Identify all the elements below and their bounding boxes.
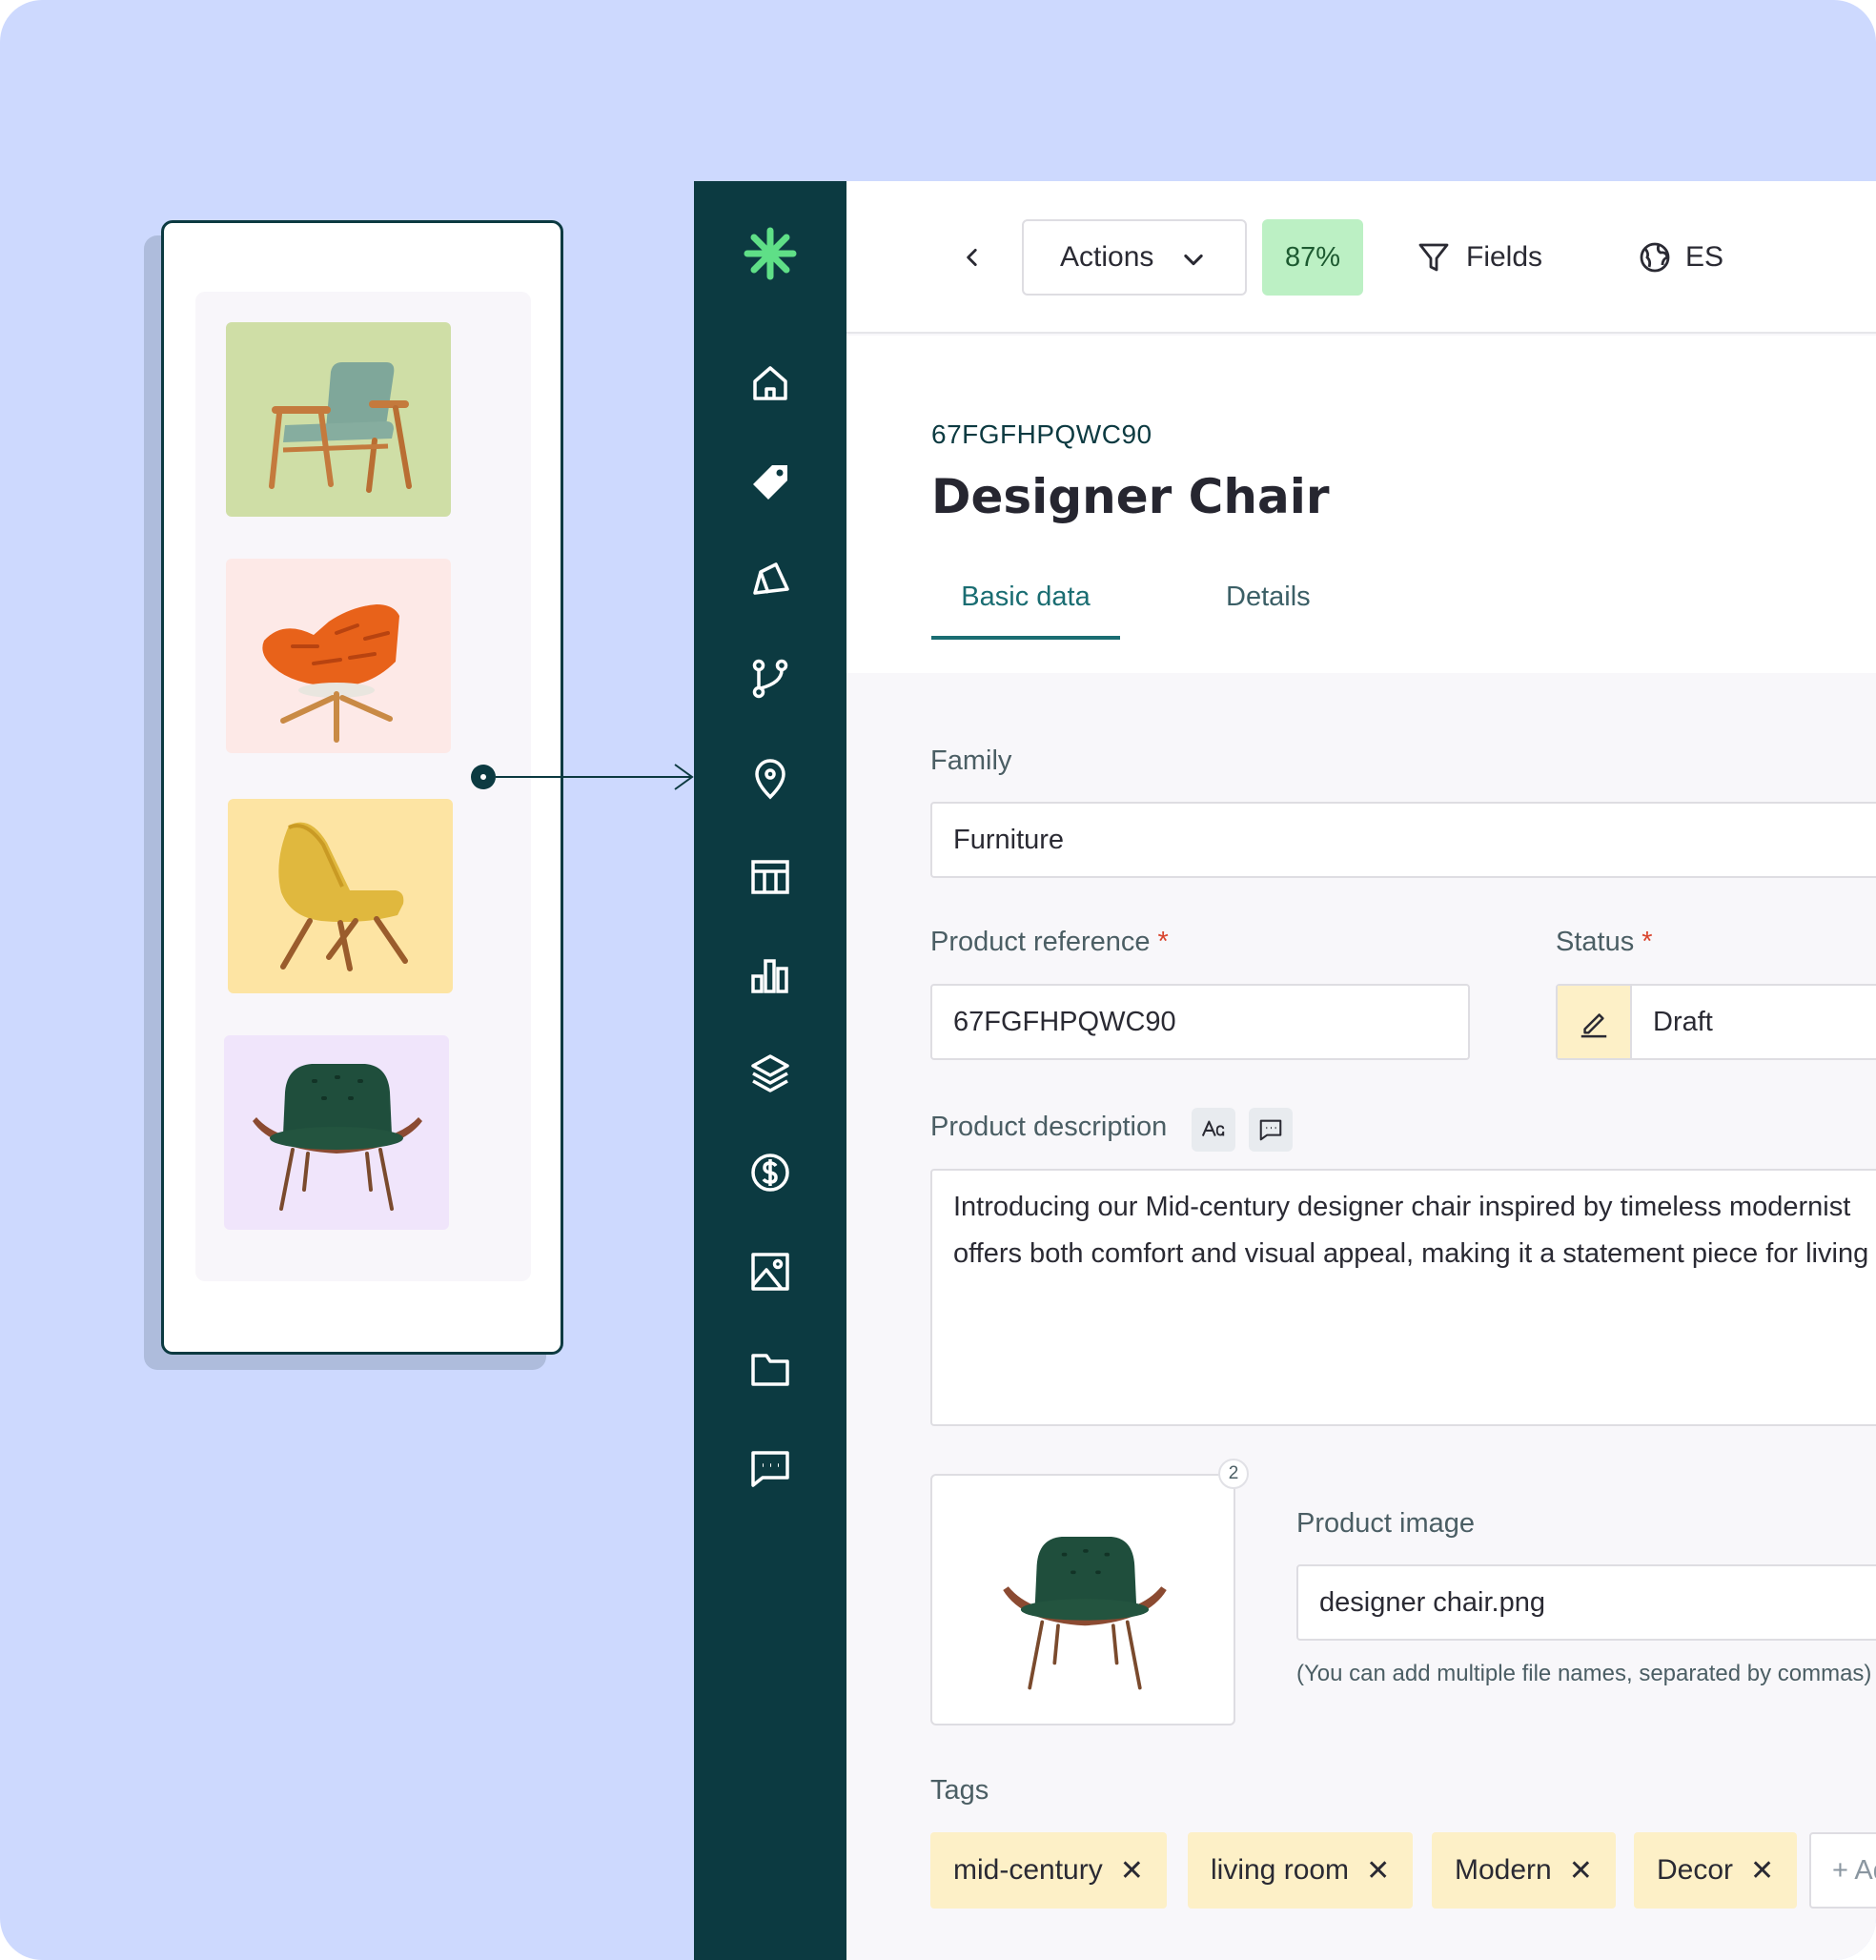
image-icon — [751, 1253, 789, 1291]
product-header: 67FGFHPQWC90 Designer Chair Basic data D… — [846, 336, 1876, 673]
product-reference-field[interactable]: 67FGFHPQWC90 — [930, 984, 1470, 1060]
add-tag-button[interactable]: + Add — [1809, 1832, 1876, 1909]
chevron-left-icon — [967, 249, 977, 266]
product-image-label: Product image — [1296, 1508, 1475, 1539]
fields-label: Fields — [1466, 241, 1543, 273]
chat-icon — [751, 1451, 789, 1487]
sidebar-item-catalog[interactable] — [744, 850, 797, 904]
sidebar-item-workflows[interactable] — [744, 652, 797, 705]
tag-label: Decor — [1657, 1854, 1734, 1886]
yellow-chair-image — [278, 822, 408, 971]
location-icon — [755, 759, 785, 800]
back-button[interactable] — [951, 235, 993, 280]
product-reference-label-text: Product reference — [930, 927, 1151, 957]
remove-tag-icon[interactable]: ✕ — [1366, 1854, 1390, 1888]
tag-label: Modern — [1455, 1854, 1552, 1886]
required-marker: * — [1642, 927, 1653, 957]
sidebar-item-pricing[interactable] — [744, 1146, 797, 1199]
actions-dropdown[interactable]: Actions — [1022, 219, 1247, 296]
sidebar-item-brands[interactable] — [744, 553, 797, 606]
page-background: Actions 87% Fields ES 67FGFHPQWC90 Desig… — [0, 0, 1876, 1960]
logo-icon[interactable] — [744, 227, 797, 280]
tag-label: mid-century — [953, 1854, 1103, 1886]
text-format-button[interactable] — [1192, 1108, 1235, 1152]
tag-chip[interactable]: living room ✕ — [1188, 1832, 1414, 1909]
layers-icon — [751, 1054, 789, 1092]
pencil-icon — [1580, 1013, 1607, 1038]
product-sku: 67FGFHPQWC90 — [931, 419, 1152, 449]
tag-icon — [753, 465, 787, 500]
tab-basic-data[interactable]: Basic data — [931, 582, 1120, 640]
remove-tag-icon[interactable]: ✕ — [1120, 1854, 1144, 1888]
tags-label: Tags — [930, 1775, 989, 1806]
home-icon — [753, 366, 787, 400]
product-description-textarea[interactable]: Introducing our Mid-century designer cha… — [930, 1169, 1876, 1426]
sidebar-item-comments[interactable] — [744, 1441, 797, 1495]
product-description-label: Product description — [930, 1112, 1168, 1142]
preview-card — [161, 220, 563, 1355]
sidebar-item-analytics[interactable] — [744, 949, 797, 1003]
dollar-icon — [751, 1154, 789, 1192]
status-label-text: Status — [1556, 927, 1635, 957]
filter-icon — [1418, 243, 1449, 272]
thumbnail-orange-lounge-chair[interactable] — [226, 559, 451, 753]
image-count-badge: 2 — [1218, 1459, 1249, 1489]
chevron-down-icon — [1184, 254, 1203, 266]
status-select[interactable]: Draft — [1556, 984, 1876, 1060]
fields-button[interactable]: Fields — [1417, 219, 1542, 296]
product-image-field[interactable]: designer chair.png — [1296, 1564, 1876, 1641]
chart-icon — [751, 959, 788, 993]
status-value: Draft — [1653, 1006, 1713, 1037]
family-field[interactable]: Furniture — [930, 802, 1876, 878]
product-image-hint: (You can add multiple file names, separa… — [1296, 1661, 1872, 1686]
tag-chip[interactable]: Modern ✕ — [1432, 1832, 1616, 1909]
status-edit-button[interactable] — [1558, 986, 1632, 1058]
description-line-2: offers both comfort and visual appeal, m… — [953, 1238, 1869, 1269]
branch-icon — [752, 659, 788, 699]
status-label: Status * — [1556, 927, 1653, 958]
sidebar-item-locations[interactable] — [744, 751, 797, 805]
product-editor: Actions 87% Fields ES 67FGFHPQWC90 Desig… — [846, 181, 1876, 1960]
remove-tag-icon[interactable]: ✕ — [1569, 1854, 1593, 1888]
sidebar-item-media[interactable] — [744, 1245, 797, 1298]
orange-lounge-chair-image — [262, 604, 399, 743]
thumbnail-green-armchair[interactable] — [226, 322, 451, 517]
actions-label: Actions — [1060, 241, 1154, 273]
sidebar-item-files[interactable] — [744, 1342, 797, 1396]
description-line-1: Introducing our Mid-century designer cha… — [953, 1192, 1851, 1222]
green-armchair-image — [269, 362, 412, 493]
designer-chair-thumbnail-image — [253, 1064, 422, 1211]
globe-icon — [1640, 242, 1670, 273]
sidebar — [694, 181, 846, 1960]
required-marker: * — [1157, 927, 1169, 957]
language-selector[interactable]: ES — [1638, 219, 1723, 296]
thumbnail-designer-chair[interactable] — [224, 1035, 449, 1230]
grid-icon — [751, 860, 789, 894]
folder-icon — [751, 1354, 789, 1386]
product-image-preview[interactable] — [930, 1474, 1235, 1725]
brand-icon — [753, 562, 789, 595]
tag-chip[interactable]: mid-century ✕ — [930, 1832, 1167, 1909]
sidebar-item-layers[interactable] — [744, 1047, 797, 1100]
designer-chair-image — [1003, 1537, 1167, 1690]
connector-dot — [471, 765, 496, 789]
tag-chip[interactable]: Decor ✕ — [1634, 1832, 1798, 1909]
connector-arrow-icon — [674, 764, 694, 790]
thumbnail-yellow-chair[interactable] — [228, 799, 453, 993]
page-title: Designer Chair — [931, 469, 1330, 524]
tab-details[interactable]: Details — [1226, 582, 1311, 613]
family-label: Family — [930, 745, 1012, 776]
comment-icon — [1259, 1119, 1282, 1141]
remove-tag-icon[interactable]: ✕ — [1750, 1854, 1774, 1888]
completeness-badge: 87% — [1262, 219, 1363, 296]
language-label: ES — [1685, 241, 1724, 273]
comment-button[interactable] — [1249, 1108, 1293, 1152]
text-format-icon — [1201, 1120, 1225, 1136]
product-reference-label: Product reference * — [930, 927, 1169, 958]
toolbar: Actions 87% Fields ES — [846, 181, 1876, 334]
sidebar-item-home[interactable] — [744, 357, 797, 410]
tag-label: living room — [1211, 1854, 1350, 1886]
sidebar-item-products[interactable] — [744, 456, 797, 509]
connector-line — [496, 776, 691, 778]
